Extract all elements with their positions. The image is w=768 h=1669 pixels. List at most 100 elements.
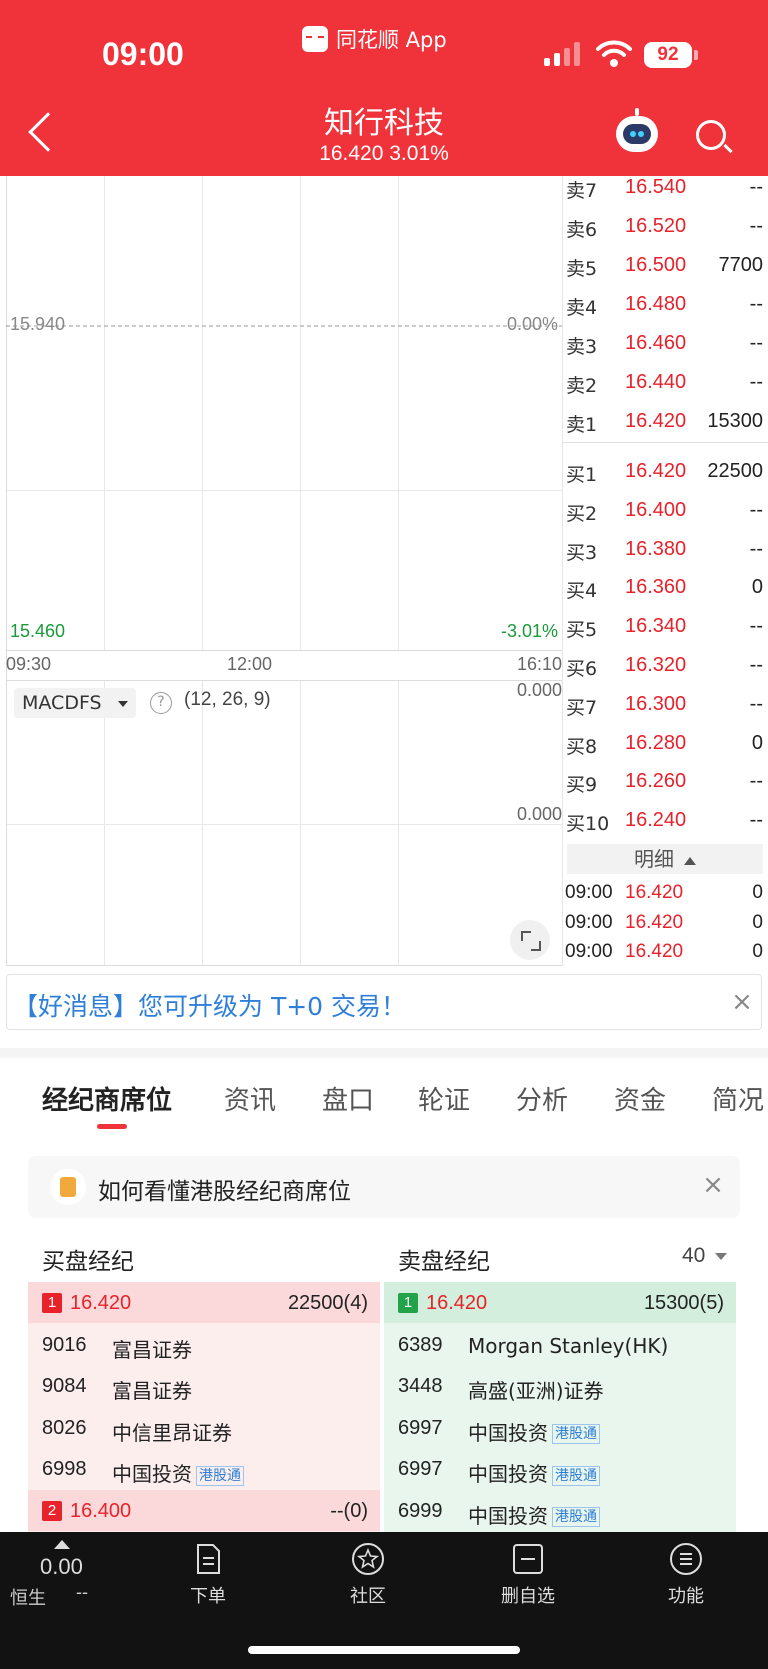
home-indicator[interactable]	[248, 1646, 520, 1654]
robot-assistant-icon[interactable]	[616, 108, 658, 152]
promo-banner-text[interactable]: 【好消息】您可升级为 T+0 交易！	[13, 987, 406, 1023]
chevron-down-icon	[715, 1252, 728, 1260]
broker-code: 9016	[42, 1333, 87, 1356]
bid-level-label: 买8	[566, 735, 598, 758]
tab-2[interactable]: 盘口	[322, 1080, 374, 1117]
tip-text[interactable]: 如何看懂港股经纪商席位	[98, 1172, 351, 1206]
indicator-selector[interactable]: MACDFS	[14, 688, 136, 718]
bid-row[interactable]: 买6 16.320 --	[563, 648, 768, 684]
broker-row[interactable]: 3448 高盛(亚洲)证券	[384, 1365, 736, 1406]
broker-row[interactable]: 9084 富昌证券	[28, 1365, 380, 1406]
intraday-chart[interactable]: 15.940 0.00% 15.460 -3.01% 09:30 12:00 1…	[6, 176, 562, 966]
bid-row[interactable]: 买9 16.260 --	[563, 764, 768, 800]
time-mid-label: 12:00	[227, 654, 273, 674]
broker-row[interactable]: 6997 中国投资 港股通	[384, 1448, 736, 1489]
search-icon[interactable]	[696, 120, 726, 150]
broker-code: 9084	[42, 1375, 87, 1397]
cellular-signal-icon	[544, 42, 580, 66]
broker-row[interactable]: 9016 富昌证券	[28, 1324, 380, 1365]
bid-volume: --	[749, 654, 763, 676]
chevron-up-icon	[684, 856, 696, 865]
ask-volume: 15300	[707, 410, 763, 432]
bid-price: 16.420	[625, 460, 687, 482]
promo-banner[interactable]: 【好消息】您可升级为 T+0 交易！ ×	[6, 974, 762, 1030]
ask-row[interactable]: 卖7 16.540 --	[563, 170, 768, 206]
bid-volume: --	[749, 537, 763, 560]
ask-row[interactable]: 卖1 16.420 15300	[563, 404, 768, 440]
nav-order[interactable]: 下单	[158, 1542, 258, 1608]
bid-row[interactable]: 买3 16.380 --	[563, 532, 768, 568]
broker-row[interactable]: 6997 中国投资 港股通	[384, 1407, 736, 1448]
ask-row[interactable]: 卖4 16.480 --	[563, 287, 768, 323]
ask-row[interactable]: 卖5 16.500 7700	[563, 248, 768, 284]
ask-price: 16.540	[625, 176, 687, 198]
tick-time: 09:00	[565, 911, 613, 933]
close-icon[interactable]: ×	[727, 987, 757, 1017]
tab-3[interactable]: 轮证	[418, 1080, 470, 1117]
bid-price: 16.380	[625, 537, 687, 560]
tab-6[interactable]: 简况	[712, 1080, 764, 1117]
indicator-params: (12, 26, 9)	[184, 689, 271, 710]
tab-0[interactable]: 经纪商席位	[42, 1080, 172, 1117]
bid-price: 16.340	[625, 615, 687, 638]
nav-functions[interactable]: 功能	[636, 1542, 736, 1608]
broker-name-cell: 中国投资 港股通	[112, 1458, 244, 1487]
broker-code: 6999	[398, 1499, 443, 1522]
ask-row[interactable]: 卖6 16.520 --	[563, 209, 768, 245]
broker-name-cell: 高盛(亚洲)证券	[468, 1375, 604, 1404]
broker-row[interactable]: 8026 中信里昂证券	[28, 1407, 380, 1448]
bid-row[interactable]: 买10 16.240 --	[563, 803, 768, 839]
broker-row[interactable]: 6999 中国投资 港股通	[384, 1490, 736, 1531]
broker-name-cell: 中国投资 港股通	[468, 1458, 600, 1487]
broker-name: Morgan Stanley(HK)	[468, 1333, 669, 1358]
bid-row[interactable]: 买2 16.400 --	[563, 493, 768, 529]
help-icon[interactable]: ?	[150, 692, 172, 714]
tab-5[interactable]: 资金	[614, 1080, 666, 1117]
level-volume: 22500(4)	[287, 1292, 368, 1314]
level-volume: 15300(5)	[643, 1292, 724, 1314]
buy-price-level-row[interactable]: 2 16.400 --(0)	[28, 1489, 380, 1531]
battery-tip	[694, 50, 698, 60]
ask-volume: --	[749, 176, 763, 198]
tab-1[interactable]: 资讯	[224, 1080, 276, 1117]
tab-4[interactable]: 分析	[516, 1080, 568, 1117]
depth-selector[interactable]: 40	[682, 1244, 728, 1268]
broker-row[interactable]: 6998 中国投资 港股通	[28, 1448, 380, 1489]
bid-row[interactable]: 买1 16.420 22500	[563, 454, 768, 490]
ask-row[interactable]: 卖3 16.460 --	[563, 326, 768, 362]
fullscreen-icon[interactable]	[510, 920, 550, 960]
bid-row[interactable]: 买5 16.340 --	[563, 609, 768, 645]
bid-volume: 0	[751, 576, 763, 599]
bid-level-label: 买7	[566, 696, 598, 719]
broker-row[interactable]: 6389 Morgan Stanley(HK)	[384, 1324, 736, 1365]
detail-toggle[interactable]: 明细	[567, 844, 763, 874]
hk-connect-tag: 港股通	[196, 1465, 244, 1486]
bid-row[interactable]: 买7 16.300 --	[563, 687, 768, 723]
sell-price-level-row[interactable]: 1 16.420 15300(5)	[384, 1282, 736, 1323]
trade-tick-row: 09:00 16.420 0	[563, 878, 768, 908]
close-icon[interactable]: ×	[698, 1170, 728, 1200]
bid-price: 16.260	[625, 770, 687, 793]
level-price: 16.420	[426, 1292, 488, 1314]
bid-row[interactable]: 买4 16.360 0	[563, 570, 768, 606]
level-badge: 1	[398, 1293, 418, 1313]
ask-row[interactable]: 卖2 16.440 --	[563, 365, 768, 401]
tick-price: 16.420	[625, 882, 684, 903]
index-value[interactable]: 0.00	[40, 1554, 83, 1580]
broker-name: 富昌证券	[112, 1337, 192, 1362]
ref-price-label: 15.940	[10, 314, 66, 334]
nav-remove-watchlist[interactable]: 删自选	[478, 1542, 578, 1608]
index-name[interactable]: 恒生	[10, 1584, 46, 1610]
low-pct-label: -3.01%	[500, 621, 558, 641]
bid-row[interactable]: 买8 16.280 0	[563, 726, 768, 762]
ask-price: 16.440	[625, 371, 687, 393]
ask-volume: --	[749, 332, 763, 354]
indicator-name: MACDFS	[22, 692, 102, 714]
broker-tip-card[interactable]: 如何看懂港股经纪商席位 ×	[28, 1156, 740, 1218]
nav-community[interactable]: 社区	[318, 1542, 418, 1608]
ask-volume: --	[749, 371, 763, 393]
buy-price-level-row[interactable]: 1 16.420 22500(4)	[28, 1282, 380, 1323]
tick-price: 16.420	[625, 911, 684, 933]
ref-pct-label: 0.00%	[506, 314, 558, 334]
ask-level-label: 卖2	[566, 375, 598, 397]
